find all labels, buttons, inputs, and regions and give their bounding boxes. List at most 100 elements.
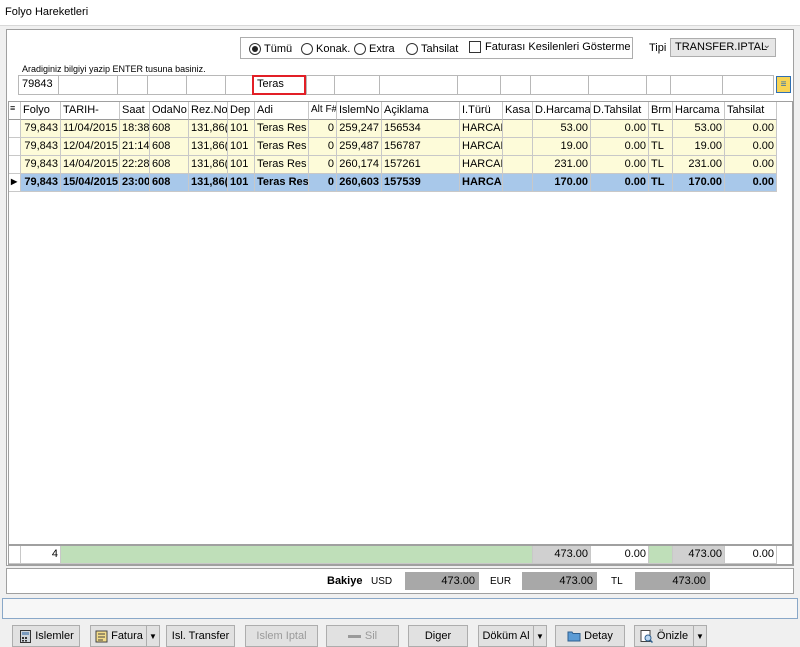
dokum-al-dropdown-arrow[interactable]: ▼	[533, 625, 547, 647]
cell-islemno: 260,603	[337, 174, 382, 192]
filter-folyo[interactable]: 79843	[18, 75, 58, 95]
dokum-al-button[interactable]: Döküm Al	[478, 625, 534, 647]
radio-dot	[301, 43, 313, 55]
cell-islemno: 259,247	[337, 120, 382, 138]
bakiye-label: Bakiye	[327, 575, 363, 587]
col-brm[interactable]: Brm	[649, 102, 673, 120]
filter-tahsilat[interactable]	[722, 75, 774, 95]
fatura-button[interactable]: Fatura	[90, 625, 147, 647]
cell-alt: 0	[309, 120, 337, 138]
islem-iptal-label: Islem Iptal	[256, 630, 307, 642]
onizle-button[interactable]: Önizle	[634, 625, 694, 647]
cell-dep: 101	[228, 174, 255, 192]
filter-islemno[interactable]	[334, 75, 379, 95]
detay-button[interactable]: Detay	[555, 625, 625, 647]
col-adi[interactable]: Adi	[255, 102, 309, 120]
table-row[interactable]: 79,843 14/04/2015 22:28 608 131,86( 101 …	[9, 156, 777, 174]
islemler-button[interactable]: Islemler	[12, 625, 80, 647]
cell-aciklama: 156534	[382, 120, 460, 138]
diger-button[interactable]: Diger	[408, 625, 468, 647]
cell-alt: 0	[309, 138, 337, 156]
folder-icon	[567, 629, 581, 643]
cell-folyo: 79,843	[21, 138, 61, 156]
radio-konak[interactable]: Konak.	[301, 42, 350, 56]
filter-harcama[interactable]	[670, 75, 722, 95]
filter-alt[interactable]	[306, 75, 334, 95]
cell-tarih: 15/04/2015	[61, 174, 120, 192]
cell-odano: 608	[150, 156, 189, 174]
filter-rezno[interactable]	[186, 75, 225, 95]
islem-iptal-button[interactable]: Islem Iptal	[245, 625, 318, 647]
radio-tumu[interactable]: Tümü	[249, 42, 292, 56]
folyo-grid: ≡ Folyo TARIH- Saat OdaNo Rez.No Dep Adi…	[8, 101, 793, 545]
totals-harcama: 473.00	[673, 546, 725, 564]
cell-odano: 608	[150, 120, 189, 138]
usd-value: 473.00	[405, 572, 479, 590]
current-row-indicator-icon: ▶	[9, 174, 21, 192]
checkbox-label: Faturası Kesilenleri Gösterme	[485, 41, 631, 53]
radio-extra[interactable]: Extra	[354, 42, 395, 56]
col-saat[interactable]: Saat	[120, 102, 150, 120]
cell-brm: TL	[649, 156, 673, 174]
col-tarih[interactable]: TARIH-	[61, 102, 120, 120]
faturasi-checkbox[interactable]: Faturası Kesilenleri Gösterme	[469, 41, 631, 53]
sil-button[interactable]: Sil	[326, 625, 399, 647]
col-dharcama[interactable]: D.Harcama	[533, 102, 591, 120]
col-rezno[interactable]: Rez.No	[189, 102, 228, 120]
tipi-dropdown[interactable]: TRANSFER.IPTAL ⌄	[670, 38, 776, 57]
fatura-dropdown-arrow[interactable]: ▼	[146, 625, 160, 647]
totals-count: 4	[21, 546, 61, 564]
status-bar	[2, 598, 798, 619]
col-tahsilat[interactable]: Tahsilat	[725, 102, 777, 120]
title-bar: Folyo Hareketleri	[0, 0, 800, 26]
col-dtahsilat[interactable]: D.Tahsilat	[591, 102, 649, 120]
table-row[interactable]: 79,843 12/04/2015 21:14 608 131,86( 101 …	[9, 138, 777, 156]
cell-adi: Teras Res	[255, 156, 309, 174]
filter-odano[interactable]	[147, 75, 186, 95]
filter-saat[interactable]	[117, 75, 147, 95]
fatura-label: Fatura	[111, 630, 143, 642]
window-title: Folyo Hareketleri	[5, 6, 89, 18]
cell-islemno: 260,174	[337, 156, 382, 174]
filter-dharcama[interactable]	[530, 75, 588, 95]
totals-dharcama: 473.00	[533, 546, 591, 564]
col-islemno[interactable]: IslemNo	[337, 102, 382, 120]
isl-transfer-button[interactable]: Isl. Transfer	[166, 625, 235, 647]
filter-brm[interactable]	[646, 75, 670, 95]
radio-label-extra: Extra	[369, 43, 395, 55]
dokum-al-label: Döküm Al	[482, 630, 530, 642]
column-chooser-icon[interactable]: ≡	[9, 102, 21, 120]
filter-kasa[interactable]	[500, 75, 530, 95]
radio-tahsilat[interactable]: Tahsilat	[406, 42, 458, 56]
cell-aciklama: 156787	[382, 138, 460, 156]
col-kasa[interactable]: Kasa	[503, 102, 533, 120]
totals-dtahsilat: 0.00	[591, 546, 649, 564]
tl-label: TL	[611, 576, 623, 587]
col-alt[interactable]: Alt F#	[309, 102, 337, 120]
cell-odano: 608	[150, 138, 189, 156]
onizle-dropdown-arrow[interactable]: ▼	[693, 625, 707, 647]
col-dep[interactable]: Dep	[228, 102, 255, 120]
cell-ituru: HARCAM	[460, 156, 503, 174]
filter-adi[interactable]: Teras	[252, 75, 306, 95]
table-row[interactable]: 79,843 11/04/2015 18:38 608 131,86( 101 …	[9, 120, 777, 138]
table-row-selected[interactable]: ▶ 79,843 15/04/2015 23:00 608 131,86( 10…	[9, 174, 777, 192]
filter-icon[interactable]: ≡	[776, 76, 791, 93]
filter-ituru[interactable]	[457, 75, 500, 95]
col-folyo[interactable]: Folyo	[21, 102, 61, 120]
onizle-label: Önizle	[656, 630, 689, 642]
filter-tarih[interactable]	[58, 75, 117, 95]
col-harcama[interactable]: Harcama	[673, 102, 725, 120]
cell-harcama: 19.00	[673, 138, 725, 156]
filter-dtahsilat[interactable]	[588, 75, 646, 95]
col-aciklama[interactable]: Açiklama	[382, 102, 460, 120]
radio-dot	[354, 43, 366, 55]
cell-dtahsilat: 0.00	[591, 120, 649, 138]
col-odano[interactable]: OdaNo	[150, 102, 189, 120]
filter-aciklama[interactable]	[379, 75, 457, 95]
cell-dep: 101	[228, 156, 255, 174]
calculator-icon	[18, 629, 32, 643]
radio-dot	[406, 43, 418, 55]
filter-dep[interactable]	[225, 75, 252, 95]
col-ituru[interactable]: I.Türü	[460, 102, 503, 120]
